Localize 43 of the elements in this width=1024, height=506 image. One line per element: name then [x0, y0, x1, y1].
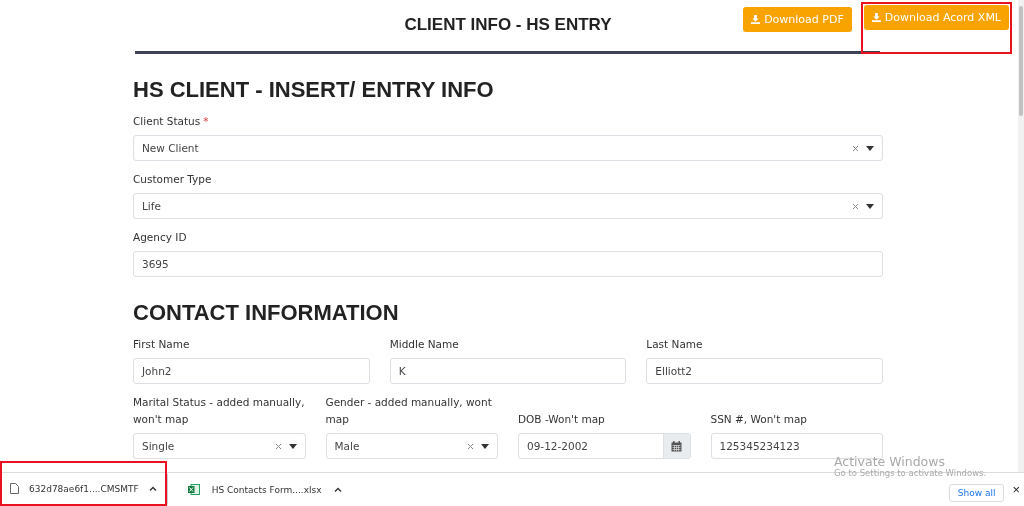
field-label: Gender - added manually, wont map: [325, 395, 493, 427]
field-label: Marital Status - added manually, won't map: [133, 395, 306, 427]
download-item[interactable]: HS Contacts Form....xlsx: [167, 484, 356, 495]
download-icon: [871, 13, 881, 22]
text-field[interactable]: K: [389, 358, 627, 384]
calendar-icon: [671, 440, 682, 452]
caret-icon[interactable]: [866, 203, 874, 209]
file-icon: [10, 483, 19, 494]
select-field[interactable]: Male: [325, 433, 498, 459]
chevron-up-icon[interactable]: [333, 487, 342, 492]
section-heading: HS CLIENT - INSERT/ ENTRY INFO: [133, 77, 495, 103]
spreadsheet-icon: [187, 484, 200, 495]
caret-icon[interactable]: [866, 145, 874, 151]
field-label: Middle Name: [389, 337, 459, 352]
required-mark: *: [203, 114, 209, 129]
caret-icon[interactable]: [288, 443, 297, 449]
clear-icon[interactable]: [852, 144, 859, 152]
field-label: SSN #, Won't map: [710, 412, 807, 427]
show-all-button[interactable]: Show all: [948, 483, 1005, 502]
clear-icon[interactable]: [852, 202, 859, 210]
field-label: Customer Type: [133, 172, 212, 187]
text-field[interactable]: Elliott2: [646, 358, 883, 384]
calendar-button[interactable]: [662, 434, 690, 458]
date-field[interactable]: 09-12-2002: [518, 433, 691, 459]
field-label: Client Status: [133, 114, 201, 129]
field-label: Last Name: [646, 337, 703, 352]
activation-notice-text: Go to Settings to activate Windows.: [834, 469, 987, 478]
clear-icon[interactable]: [274, 442, 282, 450]
field-label: Agency ID: [133, 230, 187, 245]
download-icon: [751, 15, 761, 24]
close-button[interactable]: ×: [1012, 482, 1024, 497]
caret-icon[interactable]: [481, 443, 489, 449]
section-heading: CONTACT INFORMATION: [133, 300, 400, 326]
select-field[interactable]: New Client: [133, 135, 883, 161]
clear-icon[interactable]: [467, 442, 474, 450]
text-field[interactable]: 3695: [133, 251, 883, 277]
chevron-up-icon[interactable]: [148, 486, 157, 491]
page-title: CLIENT INFO - HS ENTRY: [404, 14, 612, 35]
field-label: DOB -Won't map: [518, 412, 605, 427]
field-label: First Name: [133, 337, 190, 352]
select-field[interactable]: Life: [133, 193, 883, 219]
text-field[interactable]: John2: [133, 358, 370, 384]
select-field[interactable]: Single: [133, 433, 306, 459]
